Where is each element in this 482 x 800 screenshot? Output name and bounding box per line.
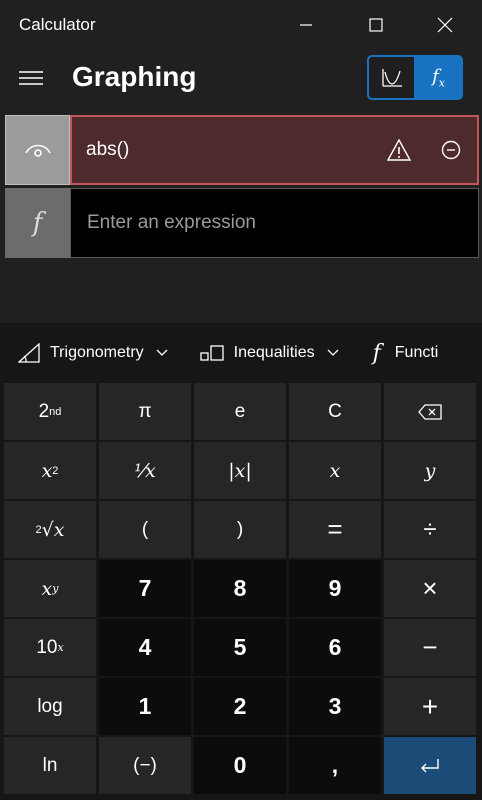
backspace-button[interactable] bbox=[384, 383, 476, 440]
power-button[interactable]: xy bbox=[4, 560, 96, 617]
minus-button[interactable]: − bbox=[384, 619, 476, 676]
digit-7-button[interactable]: 7 bbox=[99, 560, 191, 617]
expression-row: abs() bbox=[5, 115, 479, 185]
expression-input[interactable]: abs() bbox=[70, 115, 479, 185]
digit-8-button[interactable]: 8 bbox=[194, 560, 286, 617]
digit-2-button[interactable]: 2 bbox=[194, 678, 286, 735]
page-title: Graphing bbox=[72, 61, 197, 92]
root-button[interactable]: 2 √x bbox=[4, 501, 96, 558]
function-tabs: Trigonometry Inequalities f Functi bbox=[0, 323, 482, 383]
eye-icon bbox=[24, 144, 51, 157]
tab-label: Functi bbox=[394, 344, 439, 361]
function-icon: f bbox=[5, 188, 70, 258]
warning-icon[interactable] bbox=[386, 138, 412, 166]
digit-4-button[interactable]: 4 bbox=[99, 619, 191, 676]
absolute-value-button[interactable]: |x| bbox=[194, 442, 286, 499]
view-toggle: fx bbox=[367, 55, 463, 100]
function-icon: f bbox=[372, 340, 381, 366]
graph-view-button[interactable] bbox=[368, 56, 416, 99]
app-title: Calculator bbox=[19, 15, 96, 34]
chevron-down-icon bbox=[156, 349, 168, 356]
negate-button[interactable]: (−) bbox=[99, 737, 191, 794]
minimize-icon bbox=[300, 24, 312, 26]
ln-button[interactable]: ln bbox=[4, 737, 96, 794]
expression-text: abs() bbox=[86, 139, 130, 160]
close-icon bbox=[437, 17, 453, 33]
ten-power-button[interactable]: 10 x bbox=[4, 619, 96, 676]
multiply-button[interactable]: × bbox=[384, 560, 476, 617]
digit-0-button[interactable]: 0 bbox=[194, 737, 286, 794]
decimal-button[interactable]: , bbox=[289, 737, 381, 794]
reciprocal-button[interactable]: ⅟x bbox=[99, 442, 191, 499]
log-button[interactable]: log bbox=[4, 678, 96, 735]
inequalities-icon bbox=[200, 345, 224, 361]
divide-button[interactable]: ÷ bbox=[384, 501, 476, 558]
expression-input[interactable]: Enter an expression bbox=[70, 188, 479, 258]
digit-3-button[interactable]: 3 bbox=[289, 678, 381, 735]
maximize-icon bbox=[369, 18, 383, 32]
enter-button[interactable] bbox=[384, 737, 476, 794]
backspace-icon bbox=[418, 403, 442, 420]
variable-y-button[interactable]: y bbox=[384, 442, 476, 499]
tab-functions[interactable]: f Functi bbox=[349, 323, 449, 383]
tab-label: Trigonometry bbox=[50, 344, 144, 361]
digit-6-button[interactable]: 6 bbox=[289, 619, 381, 676]
square-button[interactable]: x2 bbox=[4, 442, 96, 499]
euler-button[interactable]: e bbox=[194, 383, 286, 440]
tab-trigonometry[interactable]: Trigonometry bbox=[0, 323, 178, 383]
graph-view-icon bbox=[381, 68, 402, 87]
function-view-icon: fx bbox=[432, 65, 445, 90]
minimize-button[interactable] bbox=[282, 0, 330, 50]
maximize-button[interactable] bbox=[352, 0, 400, 50]
hamburger-menu-icon bbox=[19, 71, 43, 85]
title-bar: Calculator bbox=[0, 0, 482, 50]
pi-button[interactable]: π bbox=[99, 383, 191, 440]
tab-inequalities[interactable]: Inequalities bbox=[178, 323, 349, 383]
plus-button[interactable]: + bbox=[384, 678, 476, 735]
tab-label: Inequalities bbox=[233, 344, 315, 361]
digit-9-button[interactable]: 9 bbox=[289, 560, 381, 617]
remove-icon[interactable] bbox=[441, 140, 461, 165]
close-paren-button[interactable]: ) bbox=[194, 501, 286, 558]
open-paren-button[interactable]: ( bbox=[99, 501, 191, 558]
digit-5-button[interactable]: 5 bbox=[194, 619, 286, 676]
menu-button[interactable] bbox=[14, 62, 48, 94]
chevron-down-icon bbox=[327, 349, 339, 356]
close-button[interactable] bbox=[421, 0, 469, 50]
expression-row: f Enter an expression bbox=[5, 188, 479, 258]
keypad-area: Trigonometry Inequalities f Functi 2nd π… bbox=[0, 323, 482, 800]
visibility-toggle[interactable] bbox=[5, 115, 70, 185]
expression-placeholder: Enter an expression bbox=[87, 212, 256, 233]
enter-icon bbox=[421, 758, 439, 772]
keypad: 2nd π e C x2 ⅟x |x| x y 2 √x ( ) = ÷ xy 7… bbox=[4, 383, 478, 794]
digit-1-button[interactable]: 1 bbox=[99, 678, 191, 735]
trigonometry-icon bbox=[18, 343, 40, 363]
variable-x-button[interactable]: x bbox=[289, 442, 381, 499]
equals-button[interactable]: = bbox=[289, 501, 381, 558]
second-function-button[interactable]: 2nd bbox=[4, 383, 96, 440]
function-view-button[interactable]: fx bbox=[415, 56, 462, 99]
clear-button[interactable]: C bbox=[289, 383, 381, 440]
